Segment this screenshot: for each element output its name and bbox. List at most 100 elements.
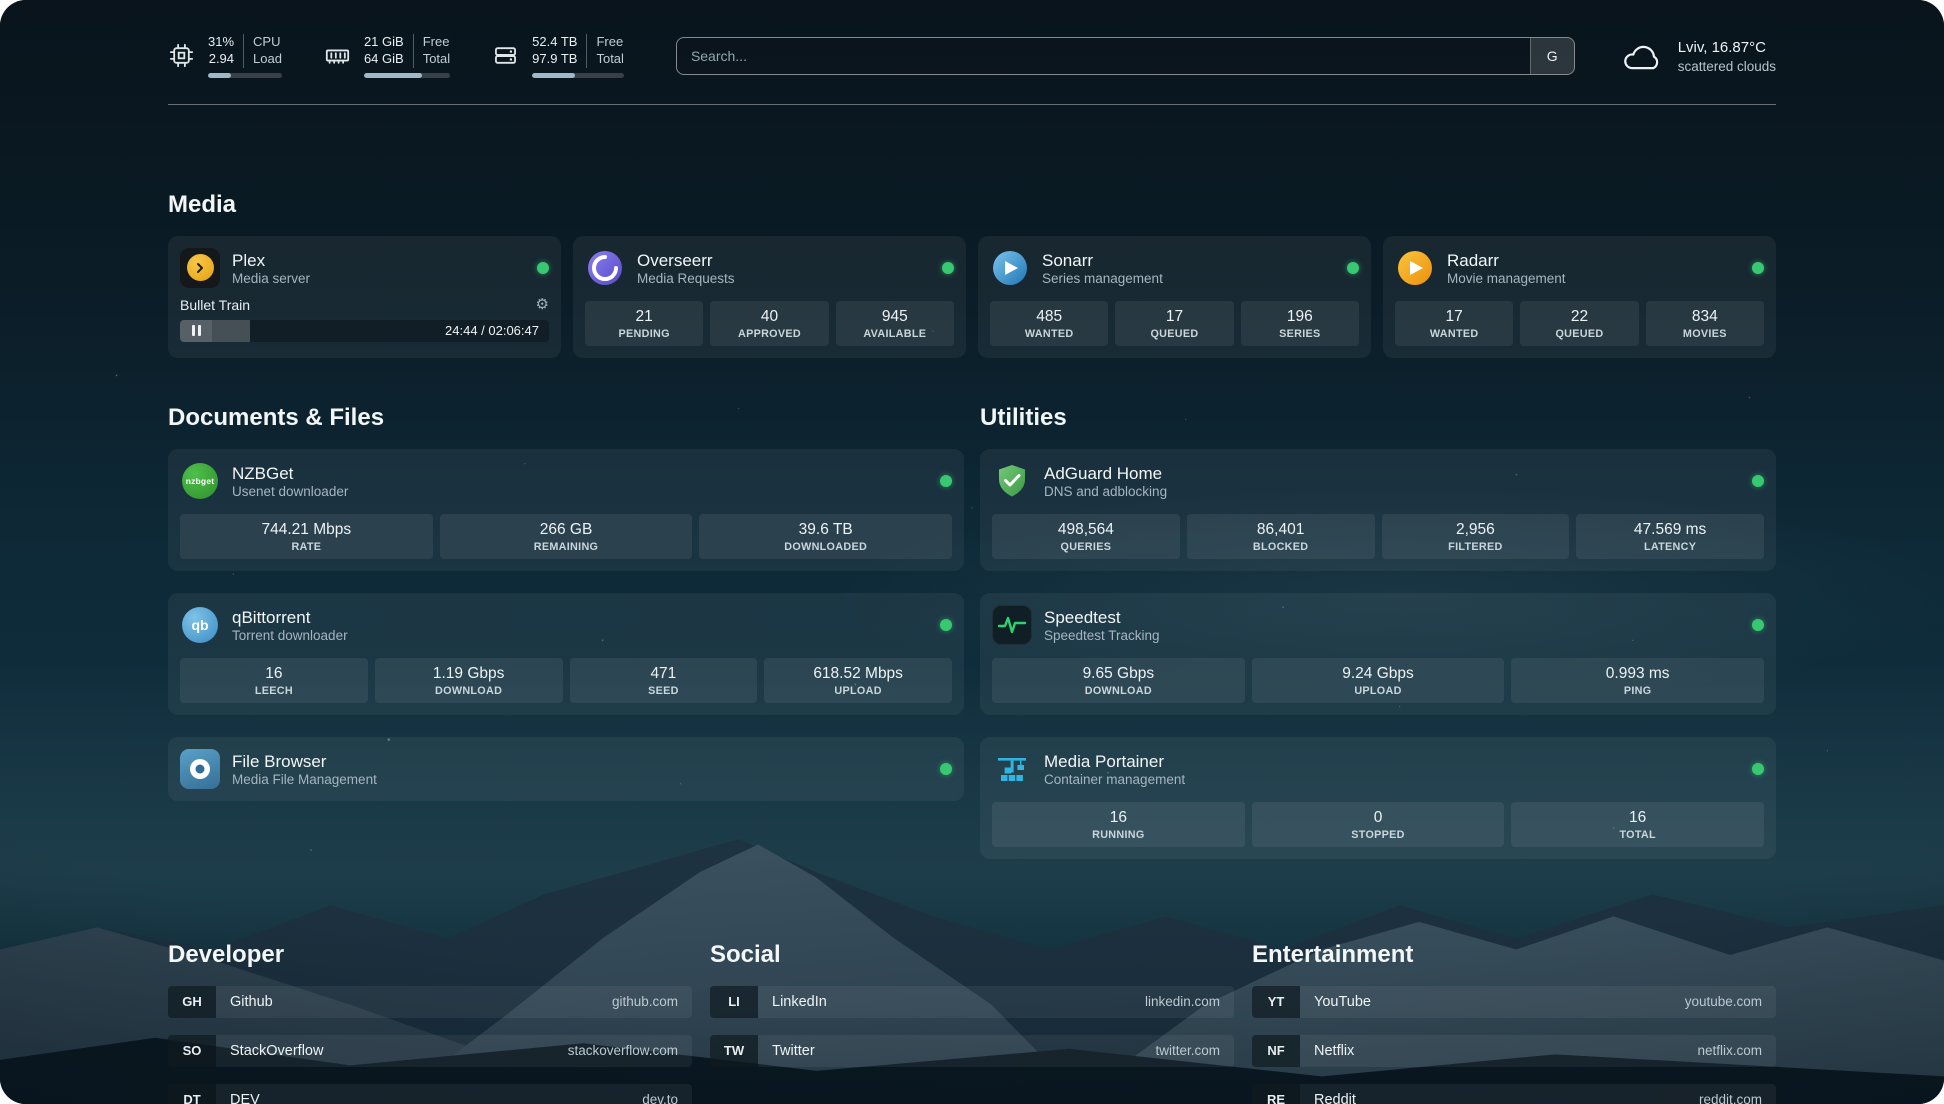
service-subtitle: Usenet downloader (232, 484, 348, 499)
stat-box: 21 PENDING (585, 301, 703, 346)
status-dot (1752, 262, 1764, 274)
status-dot (1752, 475, 1764, 487)
playback-time: 24:44 / 02:06:47 (445, 320, 539, 342)
bookmark-domain: netflix.com (1683, 1035, 1776, 1067)
bookmark-abbr: SO (168, 1035, 216, 1067)
stat-label: PENDING (589, 328, 699, 340)
bookmarks-section: Developer GH Github github.com SO StackO… (168, 941, 1776, 1104)
service-name: Speedtest (1044, 607, 1160, 628)
stat-value: 21 (589, 308, 699, 326)
stat-label: PING (1515, 685, 1760, 697)
pause-icon[interactable] (180, 320, 212, 342)
service-card-qbittorrent[interactable]: qb qBittorrent Torrent downloader 16 LEE… (168, 593, 964, 715)
bookmark-name: Github (216, 986, 598, 1018)
service-name: Media Portainer (1044, 751, 1185, 772)
bookmark-group-social: Social LI LinkedIn linkedin.com TW Twitt… (710, 941, 1234, 1067)
stat-value: 498,564 (996, 521, 1176, 539)
service-card-plex[interactable]: Plex Media server Bullet Train ⚙ 24:44 /… (168, 236, 561, 358)
stat-box: 86,401 BLOCKED (1187, 514, 1375, 559)
stat-value: 0 (1256, 809, 1501, 827)
bookmark-abbr: TW (710, 1035, 758, 1067)
stat-value: 618.52 Mbps (768, 665, 948, 683)
stat-label: APPROVED (714, 328, 824, 340)
memory-icon (324, 42, 351, 69)
service-card-portainer[interactable]: Media Portainer Container management 16 … (980, 737, 1776, 859)
service-name: AdGuard Home (1044, 463, 1167, 484)
service-subtitle: DNS and adblocking (1044, 484, 1167, 499)
disk-total-label: Total (596, 51, 623, 68)
stat-box: 2,956 FILTERED (1382, 514, 1570, 559)
bookmark-dev[interactable]: DT DEV dev.to (168, 1084, 692, 1104)
service-name: Plex (232, 250, 310, 271)
resource-widget-memory: 21 GiB 64 GiB Free Total (324, 34, 450, 78)
stat-label: BLOCKED (1191, 541, 1371, 553)
stat-box: 17 WANTED (1395, 301, 1513, 346)
section-utilities: Utilities (980, 404, 1776, 859)
stat-label: STOPPED (1256, 829, 1501, 841)
stat-value: 47.569 ms (1580, 521, 1760, 539)
stat-box: 16 TOTAL (1511, 802, 1764, 847)
bookmark-youtube[interactable]: YT YouTube youtube.com (1252, 986, 1776, 1018)
stat-label: QUEUED (1119, 328, 1229, 340)
disk-icon (492, 42, 519, 69)
section-title-media: Media (168, 191, 1776, 219)
memory-total-label: Total (423, 51, 450, 68)
stat-box: 16 LEECH (180, 658, 368, 703)
bookmark-abbr: NF (1252, 1035, 1300, 1067)
search-bar[interactable]: G (676, 37, 1575, 75)
stat-box: 17 QUEUED (1115, 301, 1233, 346)
media-cards: Plex Media server Bullet Train ⚙ 24:44 /… (168, 236, 1776, 358)
stat-value: 945 (840, 308, 950, 326)
bookmark-github[interactable]: GH Github github.com (168, 986, 692, 1018)
service-card-nzbget[interactable]: nzbget NZBGet Usenet downloader 744.21 M… (168, 449, 964, 571)
stat-label: FILTERED (1386, 541, 1566, 553)
now-playing-title: Bullet Train (180, 297, 250, 313)
bookmark-group-developer: Developer GH Github github.com SO StackO… (168, 941, 692, 1104)
service-name: File Browser (232, 751, 377, 772)
resource-widget-cpu: 31% 2.94 CPU Load (168, 34, 282, 78)
stat-value: 22 (1524, 308, 1634, 326)
stat-box: 39.6 TB DOWNLOADED (699, 514, 952, 559)
search-provider-button[interactable]: G (1530, 38, 1574, 74)
radarr-icon (1395, 248, 1435, 288)
stat-box: 9.24 Gbps UPLOAD (1252, 658, 1505, 703)
stat-box: 266 GB REMAINING (440, 514, 693, 559)
stat-value: 40 (714, 308, 824, 326)
section-title-social: Social (710, 941, 1234, 969)
stat-value: 9.24 Gbps (1256, 665, 1501, 683)
speedtest-icon (992, 605, 1032, 645)
bookmark-linkedin[interactable]: LI LinkedIn linkedin.com (710, 986, 1234, 1018)
bookmark-name: Reddit (1300, 1084, 1685, 1104)
cpu-icon (168, 42, 195, 69)
playback-progressbar[interactable]: 24:44 / 02:06:47 (180, 320, 549, 342)
service-card-radarr[interactable]: Radarr Movie management 17 WANTED 22 QUE… (1383, 236, 1776, 358)
middle-columns: Documents & Files nzbget NZBGet Usenet d… (168, 404, 1776, 859)
service-card-overseerr[interactable]: Overseerr Media Requests 21 PENDING 40 A… (573, 236, 966, 358)
status-dot (1347, 262, 1359, 274)
weather-location: Lviv, 16.87°C (1678, 38, 1776, 58)
overseerr-icon (585, 248, 625, 288)
service-card-speedtest[interactable]: Speedtest Speedtest Tracking 9.65 Gbps D… (980, 593, 1776, 715)
stat-label: QUEUED (1524, 328, 1634, 340)
status-dot (940, 763, 952, 775)
bookmark-abbr: DT (168, 1084, 216, 1104)
service-card-filebrowser[interactable]: File Browser Media File Management (168, 737, 964, 801)
resource-widget-disk: 52.4 TB 97.9 TB Free Total (492, 34, 624, 78)
bookmark-twitter[interactable]: TW Twitter twitter.com (710, 1035, 1234, 1067)
bookmark-stackoverflow[interactable]: SO StackOverflow stackoverflow.com (168, 1035, 692, 1067)
stat-value: 16 (1515, 809, 1760, 827)
bookmark-netflix[interactable]: NF Netflix netflix.com (1252, 1035, 1776, 1067)
stat-box: 1.19 Gbps DOWNLOAD (375, 658, 563, 703)
stat-label: SERIES (1245, 328, 1355, 340)
gear-icon[interactable]: ⚙ (536, 297, 549, 312)
stat-value: 17 (1399, 308, 1509, 326)
service-card-sonarr[interactable]: Sonarr Series management 485 WANTED 17 Q… (978, 236, 1371, 358)
service-card-adguard[interactable]: AdGuard Home DNS and adblocking 498,564 … (980, 449, 1776, 571)
stat-label: QUERIES (996, 541, 1176, 553)
stat-label: UPLOAD (768, 685, 948, 697)
service-name: qBittorrent (232, 607, 348, 628)
bookmark-reddit[interactable]: RE Reddit reddit.com (1252, 1084, 1776, 1104)
search-input[interactable] (677, 38, 1530, 74)
stat-label: AVAILABLE (840, 328, 950, 340)
cpu-load-label: Load (253, 51, 282, 68)
